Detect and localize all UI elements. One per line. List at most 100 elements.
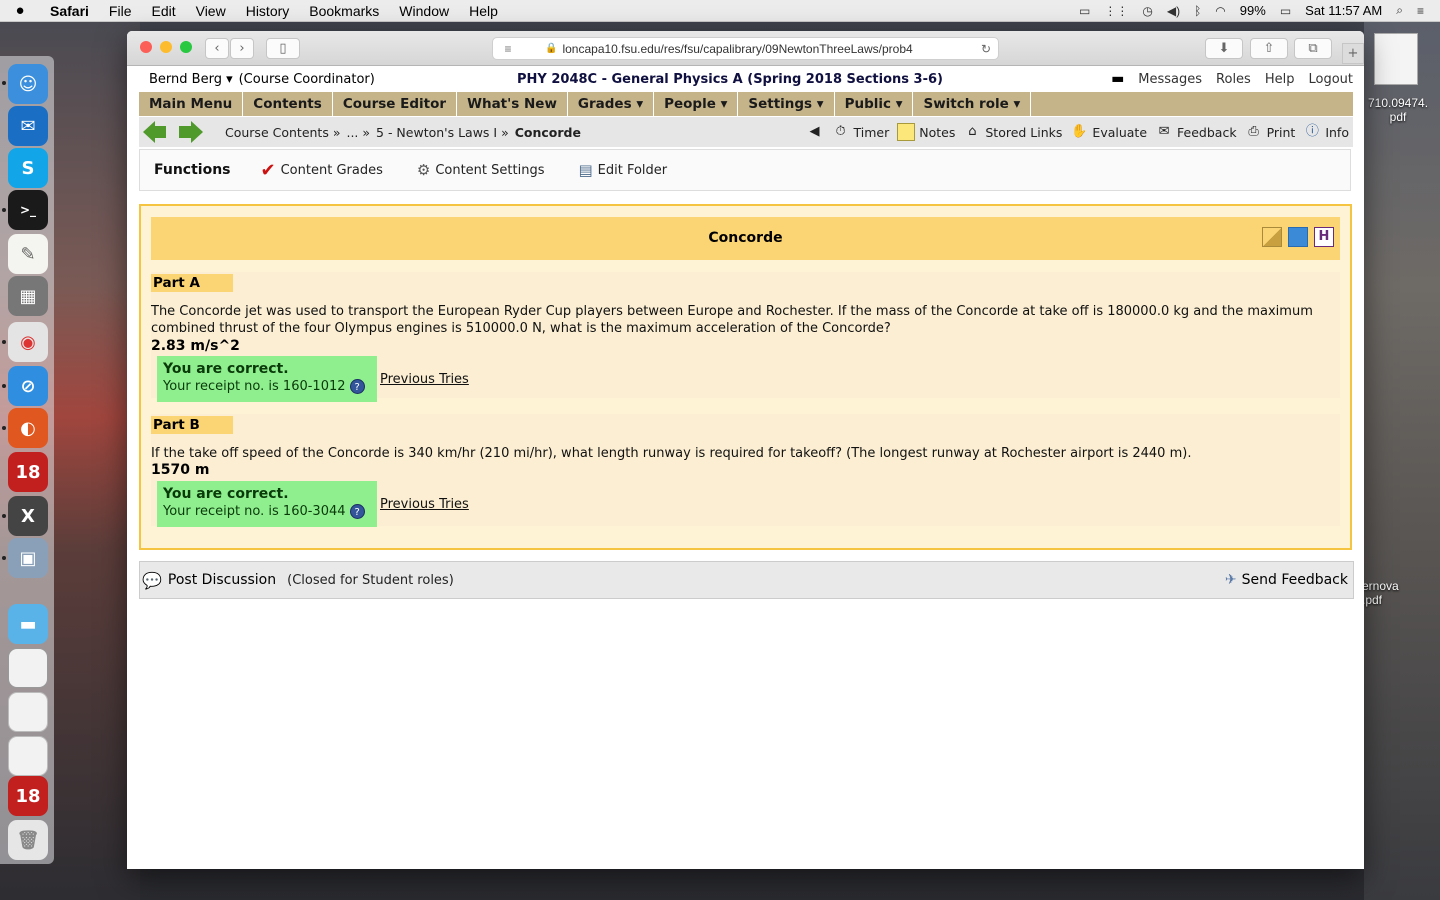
finder-icon[interactable]: ☺ xyxy=(8,64,48,104)
menu-file[interactable]: File xyxy=(99,3,142,19)
x11-icon[interactable]: X xyxy=(8,496,48,536)
crumb-course-contents[interactable]: Course Contents » xyxy=(225,125,340,140)
thunderbird-icon[interactable]: ✉ xyxy=(8,106,48,146)
previous-resource-button[interactable] xyxy=(143,121,167,143)
problem-panel: Concorde H Part A The Concorde jet was u… xyxy=(139,204,1352,550)
reader-icon[interactable]: ≡ xyxy=(493,42,523,56)
user-menu[interactable]: Bernd Berg ▾ xyxy=(149,72,233,87)
crumb-ellipsis[interactable]: ... » xyxy=(346,125,370,140)
minimize-window-button[interactable] xyxy=(160,41,172,53)
post-discussion-link[interactable]: Post Discussion xyxy=(168,572,276,588)
next-resource-button[interactable] xyxy=(179,121,203,143)
nav-course-editor[interactable]: Course Editor xyxy=(333,92,458,116)
calculator-icon[interactable]: ▦ xyxy=(8,276,48,316)
menu-view[interactable]: View xyxy=(186,3,236,19)
sidebar-toggle-button[interactable]: ▯ xyxy=(266,38,300,59)
nav-settings[interactable]: Settings ▾ xyxy=(738,92,835,116)
help-question-icon[interactable]: ? xyxy=(349,504,365,519)
tabs-overview-button[interactable]: ⧉ xyxy=(1294,38,1332,59)
apple-menu-icon[interactable]: ● xyxy=(0,2,40,19)
nav-switch-role[interactable]: Switch role ▾ xyxy=(913,92,1032,116)
check-answer-icon[interactable] xyxy=(1288,227,1308,247)
nav-grades[interactable]: Grades ▾ xyxy=(568,92,655,116)
collapse-triangle-icon[interactable]: ◀ xyxy=(806,123,824,141)
desktop-pdf-thumbnail[interactable] xyxy=(1374,33,1418,85)
help-link[interactable]: Help xyxy=(1265,72,1295,87)
zoom-window-button[interactable] xyxy=(180,41,192,53)
skype-icon[interactable]: S xyxy=(8,148,48,188)
roles-link[interactable]: Roles xyxy=(1216,72,1251,87)
help-question-icon[interactable]: ? xyxy=(349,379,365,394)
nav-whats-new[interactable]: What's New xyxy=(457,92,568,116)
send-feedback-icon: ✈ xyxy=(1224,572,1237,588)
timer-link[interactable]: ⏱ Timer xyxy=(832,123,890,141)
firefox-icon[interactable]: ◐ xyxy=(8,408,48,448)
airplay-icon[interactable]: ▭ xyxy=(1079,4,1090,18)
part-a-previous-tries[interactable]: Previous Tries xyxy=(380,372,469,387)
trash-icon[interactable]: 🗑 xyxy=(8,820,48,860)
battery-percent[interactable]: 99% xyxy=(1240,3,1266,18)
send-feedback-link[interactable]: ✈ Send Feedback xyxy=(1225,572,1348,588)
terminal-icon[interactable]: >_ xyxy=(8,190,48,230)
mathematica-icon[interactable]: 18 xyxy=(8,452,48,492)
time-machine-icon[interactable]: ◷ xyxy=(1142,4,1152,18)
monitor-icon[interactable]: ▬ xyxy=(1111,71,1124,87)
part-a-question: The Concorde jet was used to transport t… xyxy=(151,304,1313,336)
share-button[interactable]: ⇧ xyxy=(1250,38,1288,59)
close-window-button[interactable] xyxy=(140,41,152,53)
menu-bookmarks[interactable]: Bookmarks xyxy=(299,3,389,19)
battery-icon[interactable]: ▭ xyxy=(1280,4,1291,18)
stored-links-label: Stored Links xyxy=(985,124,1063,140)
new-tab-button[interactable]: + xyxy=(1342,43,1364,64)
network-icon[interactable]: ⋮⋮ xyxy=(1104,4,1128,18)
downloads-button[interactable]: ⬇ xyxy=(1205,38,1243,59)
menu-help[interactable]: Help xyxy=(459,3,508,19)
reload-icon[interactable]: ↻ xyxy=(974,42,998,56)
preview-icon[interactable]: ▣ xyxy=(8,538,48,578)
document-thumbnail-icon[interactable] xyxy=(8,692,48,732)
crumb-newtons-laws[interactable]: 5 - Newton's Laws I » xyxy=(376,125,509,140)
downloads-folder-icon[interactable]: ▬ xyxy=(8,604,48,644)
forward-button[interactable]: › xyxy=(230,38,254,59)
nav-main-menu[interactable]: Main Menu xyxy=(139,92,244,116)
timer-label: Timer xyxy=(853,124,890,140)
menu-history[interactable]: History xyxy=(236,3,300,19)
menu-window[interactable]: Window xyxy=(389,3,459,19)
volume-icon[interactable]: ◀) xyxy=(1167,4,1180,18)
messages-link[interactable]: Messages xyxy=(1138,72,1202,87)
ruler-icon[interactable] xyxy=(1262,227,1282,247)
back-button[interactable]: ‹ xyxy=(205,38,229,59)
spotlight-search-icon[interactable]: ⌕ xyxy=(1396,3,1403,18)
menu-edit[interactable]: Edit xyxy=(141,3,185,19)
nav-contents[interactable]: Contents xyxy=(243,92,333,116)
menu-safari[interactable]: Safari xyxy=(40,3,99,19)
nav-public[interactable]: Public ▾ xyxy=(835,92,914,116)
textedit-icon[interactable]: ✎ xyxy=(8,234,48,274)
content-grades-link[interactable]: ✔ Content Grades xyxy=(261,160,383,181)
stored-links-link[interactable]: ⌂ Stored Links xyxy=(963,123,1062,141)
help-h-icon[interactable]: H xyxy=(1314,227,1334,247)
print-link[interactable]: ⎙ Print xyxy=(1245,123,1295,141)
address-bar[interactable]: ≡ 🔒 loncapa10.fsu.edu/res/fsu/capalibrar… xyxy=(492,37,999,60)
mathematica-file-icon[interactable]: 18 xyxy=(8,776,48,816)
evaluate-link[interactable]: ✋ Evaluate xyxy=(1070,123,1147,141)
desktop-file-label[interactable]: ernova .pdf xyxy=(1362,579,1434,607)
notification-center-icon[interactable]: ≡ xyxy=(1417,4,1424,18)
safari-icon[interactable]: ⊘ xyxy=(8,366,48,406)
part-b-previous-tries[interactable]: Previous Tries xyxy=(380,497,469,512)
document-thumbnail-icon[interactable] xyxy=(8,648,48,688)
chrome-icon[interactable]: ◉ xyxy=(8,322,48,362)
menubar-clock[interactable]: Sat 11:57 AM xyxy=(1305,3,1382,18)
logout-link[interactable]: Logout xyxy=(1308,72,1353,87)
feedback-link[interactable]: ✉ Feedback xyxy=(1155,123,1237,141)
url-text[interactable]: loncapa10.fsu.edu/res/fsu/capalibrary/09… xyxy=(562,42,974,56)
edit-folder-link[interactable]: ▤ Edit Folder xyxy=(578,161,667,179)
wifi-icon[interactable]: ◠ xyxy=(1215,4,1225,18)
content-settings-link[interactable]: ⚙ Content Settings xyxy=(417,161,545,179)
nav-people[interactable]: People ▾ xyxy=(654,92,739,116)
notes-link[interactable]: Notes xyxy=(897,123,955,141)
bluetooth-icon[interactable]: ᛒ xyxy=(1194,4,1201,18)
desktop-file-label[interactable]: 710.09474. pdf xyxy=(1362,96,1434,124)
document-thumbnail-icon[interactable] xyxy=(8,736,48,776)
info-link[interactable]: ⓘ Info xyxy=(1303,123,1349,141)
